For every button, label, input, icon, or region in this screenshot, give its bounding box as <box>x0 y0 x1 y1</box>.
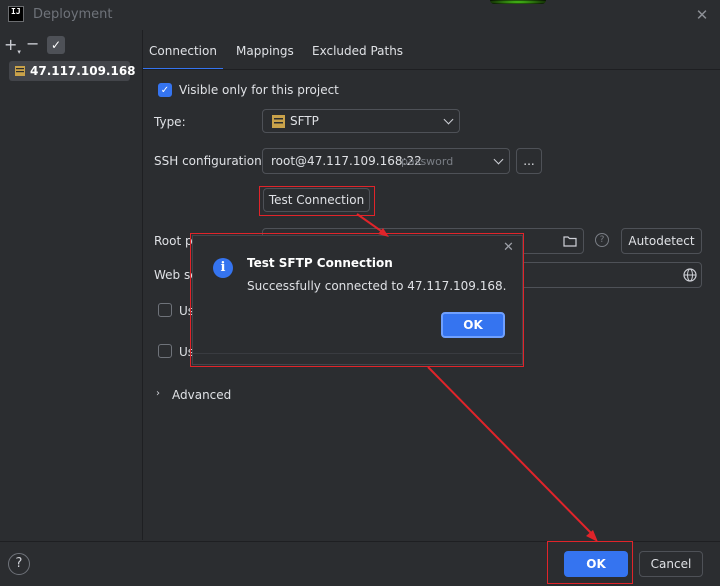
tab-excluded-paths[interactable]: Excluded Paths <box>312 36 403 70</box>
root-path-label: Root p <box>154 234 193 248</box>
type-value: SFTP <box>290 114 319 128</box>
ssh-value: root@47.117.109.168:22 <box>271 154 422 168</box>
folder-icon[interactable] <box>563 235 577 247</box>
annotation-box-dialog <box>190 233 524 367</box>
add-server-button[interactable]: +▾ <box>4 35 21 57</box>
server-list-pane <box>0 30 143 540</box>
close-icon: ✕ <box>695 6 709 24</box>
visible-only-checkbox[interactable]: ✓ <box>158 83 172 97</box>
sftp-server-icon <box>15 66 25 76</box>
app-logo: IJ <box>8 6 24 22</box>
window-title: Deployment <box>33 7 113 22</box>
plus-icon: + <box>4 35 18 54</box>
ssh-config-more-button[interactable]: ... <box>516 148 542 174</box>
chevron-down-icon <box>443 114 454 125</box>
sftp-icon <box>272 115 285 128</box>
globe-icon[interactable] <box>683 268 697 282</box>
check-icon: ✓ <box>50 38 62 52</box>
tab-connection[interactable]: Connection <box>143 36 223 70</box>
ssh-configuration-dropdown[interactable]: root@47.117.109.168:22 password <box>262 148 510 174</box>
help-button[interactable]: ? <box>8 553 30 575</box>
remove-server-button[interactable]: − <box>26 36 40 52</box>
close-window-button[interactable]: ✕ <box>693 6 711 24</box>
type-label: Type: <box>154 115 186 129</box>
tab-divider <box>143 69 720 70</box>
advanced-toggle[interactable]: Advanced <box>172 388 231 402</box>
autodetect-button[interactable]: Autodetect <box>621 228 702 254</box>
option-checkbox-2[interactable] <box>158 344 172 358</box>
type-dropdown[interactable]: SFTP <box>262 109 460 133</box>
check-icon: ✓ <box>160 85 170 96</box>
cancel-button[interactable]: Cancel <box>639 551 703 577</box>
annotation-box-test-connection <box>259 186 375 216</box>
help-icon[interactable]: ? <box>595 233 609 247</box>
ssh-auth-hint: password <box>401 155 454 168</box>
ssh-configuration-label: SSH configuration: <box>154 154 266 168</box>
annotation-box-ok <box>547 541 633 584</box>
server-list-item[interactable]: 47.117.109.168 <box>9 61 136 81</box>
chevron-right-icon[interactable]: › <box>156 388 160 399</box>
server-name: 47.117.109.168 <box>30 64 136 78</box>
minus-icon: − <box>26 34 40 53</box>
set-default-button[interactable]: ✓ <box>47 36 65 54</box>
option-checkbox-1[interactable] <box>158 303 172 317</box>
chevron-down-icon <box>493 154 504 165</box>
visible-only-label: Visible only for this project <box>179 83 339 97</box>
tab-mappings[interactable]: Mappings <box>236 36 294 70</box>
background-glow <box>490 0 546 4</box>
